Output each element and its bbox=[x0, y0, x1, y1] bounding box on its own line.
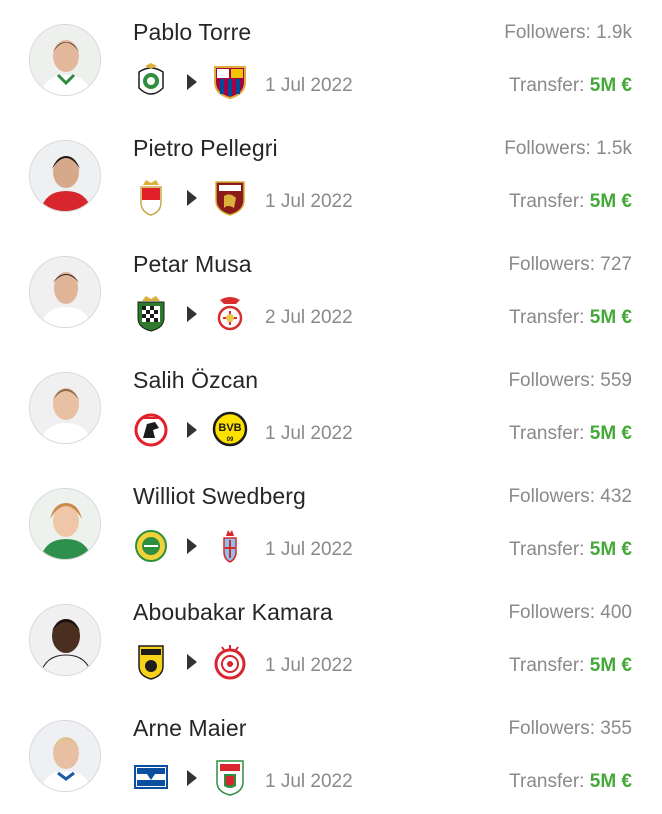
transfer-fee: Transfer: 5M € bbox=[509, 307, 632, 329]
fee-value: 5M € bbox=[589, 539, 632, 560]
transfer-label: Transfer: bbox=[509, 75, 585, 96]
fc-barcelona-crest bbox=[214, 66, 246, 100]
to-club-crest[interactable] bbox=[212, 758, 248, 796]
racing-santander-crest bbox=[138, 63, 164, 95]
transfer-date: 2 Jul 2022 bbox=[265, 307, 353, 328]
hammarby-crest bbox=[135, 530, 167, 562]
player-avatar[interactable] bbox=[29, 24, 101, 96]
benfica-crest bbox=[217, 297, 243, 331]
player-name[interactable]: Arne Maier bbox=[133, 715, 246, 742]
followers-count: Followers: 1.9k bbox=[504, 22, 632, 43]
arrow-right-icon bbox=[187, 538, 197, 554]
arrow-right-icon bbox=[187, 770, 197, 786]
from-club-crest[interactable] bbox=[133, 526, 169, 564]
transfer-row[interactable]: Aboubakar Kamara Followers: 400 1 Jul 20… bbox=[0, 580, 662, 696]
fee-value: 5M € bbox=[589, 655, 632, 676]
transfer-fee: Transfer: 5M € bbox=[509, 539, 632, 561]
transfer-row[interactable]: Pietro Pellegri Followers: 1.5k 1 Jul 20… bbox=[0, 116, 662, 232]
transfer-label: Transfer: bbox=[509, 307, 585, 328]
transfer-label: Transfer: bbox=[509, 539, 585, 560]
fee-value: 5M € bbox=[589, 307, 632, 328]
followers-count: Followers: 400 bbox=[508, 602, 632, 623]
transfer-fee: Transfer: 5M € bbox=[509, 423, 632, 445]
transfer-row[interactable]: Pablo Torre Followers: 1.9k 1 Jul 2022 T… bbox=[0, 0, 662, 116]
to-club-crest[interactable] bbox=[212, 642, 248, 680]
from-club-crest[interactable] bbox=[133, 758, 169, 796]
transfer-fee: Transfer: 5M € bbox=[509, 191, 632, 213]
to-club-crest[interactable] bbox=[212, 62, 248, 100]
transfer-row[interactable]: Williot Swedberg Followers: 432 1 Jul 20… bbox=[0, 464, 662, 580]
player-name[interactable]: Petar Musa bbox=[133, 251, 252, 278]
player-avatar[interactable] bbox=[29, 140, 101, 212]
borussia-dortmund-crest: BVB 09 bbox=[212, 411, 248, 447]
player-name[interactable]: Williot Swedberg bbox=[133, 483, 306, 510]
from-club-crest[interactable] bbox=[133, 294, 169, 332]
to-club-crest[interactable] bbox=[212, 526, 248, 564]
transfer-fee: Transfer: 5M € bbox=[509, 75, 632, 97]
from-club-crest[interactable] bbox=[133, 410, 169, 448]
svg-text:09: 09 bbox=[227, 437, 234, 443]
player-name[interactable]: Aboubakar Kamara bbox=[133, 599, 333, 626]
player-avatar[interactable] bbox=[29, 604, 101, 676]
fee-value: 5M € bbox=[589, 771, 632, 792]
transfer-date: 1 Jul 2022 bbox=[265, 75, 353, 96]
from-club-crest[interactable] bbox=[133, 642, 169, 680]
transfer-row[interactable]: Petar Musa Followers: 727 2 Jul 2022 Tra… bbox=[0, 232, 662, 348]
fc-koln-crest bbox=[134, 413, 168, 447]
fc-augsburg-crest bbox=[216, 760, 244, 796]
followers-count: Followers: 1.5k bbox=[504, 138, 632, 159]
player-avatar[interactable] bbox=[29, 488, 101, 560]
followers-count: Followers: 727 bbox=[508, 254, 632, 275]
transfer-date: 1 Jul 2022 bbox=[265, 423, 353, 444]
transfer-fee: Transfer: 5M € bbox=[509, 655, 632, 677]
from-club-crest[interactable] bbox=[133, 62, 169, 100]
transfer-label: Transfer: bbox=[509, 191, 585, 212]
fee-value: 5M € bbox=[589, 75, 632, 96]
followers-count: Followers: 559 bbox=[508, 370, 632, 391]
player-avatar[interactable] bbox=[29, 256, 101, 328]
player-name[interactable]: Pietro Pellegri bbox=[133, 135, 278, 162]
to-club-crest[interactable]: BVB 09 bbox=[212, 410, 248, 448]
transfer-list: Pablo Torre Followers: 1.9k 1 Jul 2022 T… bbox=[0, 0, 662, 814]
arrow-right-icon bbox=[187, 190, 197, 206]
transfer-date: 1 Jul 2022 bbox=[265, 771, 353, 792]
transfer-date: 1 Jul 2022 bbox=[265, 539, 353, 560]
fee-value: 5M € bbox=[589, 191, 632, 212]
transfer-date: 1 Jul 2022 bbox=[265, 191, 353, 212]
transfer-date: 1 Jul 2022 bbox=[265, 655, 353, 676]
followers-count: Followers: 355 bbox=[508, 718, 632, 739]
transfer-label: Transfer: bbox=[509, 655, 585, 676]
celta-vigo-crest bbox=[223, 530, 237, 563]
transfer-row[interactable]: Salih Özcan Followers: 559 BVB 09 1 Jul 2… bbox=[0, 348, 662, 464]
to-club-crest[interactable] bbox=[212, 178, 248, 216]
player-avatar[interactable] bbox=[29, 720, 101, 792]
player-name[interactable]: Salih Özcan bbox=[133, 367, 258, 394]
fee-value: 5M € bbox=[589, 423, 632, 444]
olympiacos-crest bbox=[214, 645, 246, 680]
boavista-crest bbox=[137, 296, 165, 332]
transfer-row[interactable]: Arne Maier Followers: 355 1 Jul 2022 Tra… bbox=[0, 696, 662, 812]
arrow-right-icon bbox=[187, 306, 197, 322]
torino-crest bbox=[215, 181, 245, 216]
arrow-right-icon bbox=[187, 654, 197, 670]
to-club-crest[interactable] bbox=[212, 294, 248, 332]
followers-count: Followers: 432 bbox=[508, 486, 632, 507]
player-name[interactable]: Pablo Torre bbox=[133, 19, 251, 46]
hertha-bsc-crest bbox=[134, 765, 168, 789]
aris-crest bbox=[138, 645, 164, 680]
transfer-label: Transfer: bbox=[509, 771, 585, 792]
as-monaco-crest bbox=[140, 180, 162, 216]
arrow-right-icon bbox=[187, 74, 197, 90]
arrow-right-icon bbox=[187, 422, 197, 438]
transfer-fee: Transfer: 5M € bbox=[509, 771, 632, 793]
svg-text:BVB: BVB bbox=[218, 422, 241, 434]
transfer-label: Transfer: bbox=[509, 423, 585, 444]
from-club-crest[interactable] bbox=[133, 178, 169, 216]
player-avatar[interactable] bbox=[29, 372, 101, 444]
